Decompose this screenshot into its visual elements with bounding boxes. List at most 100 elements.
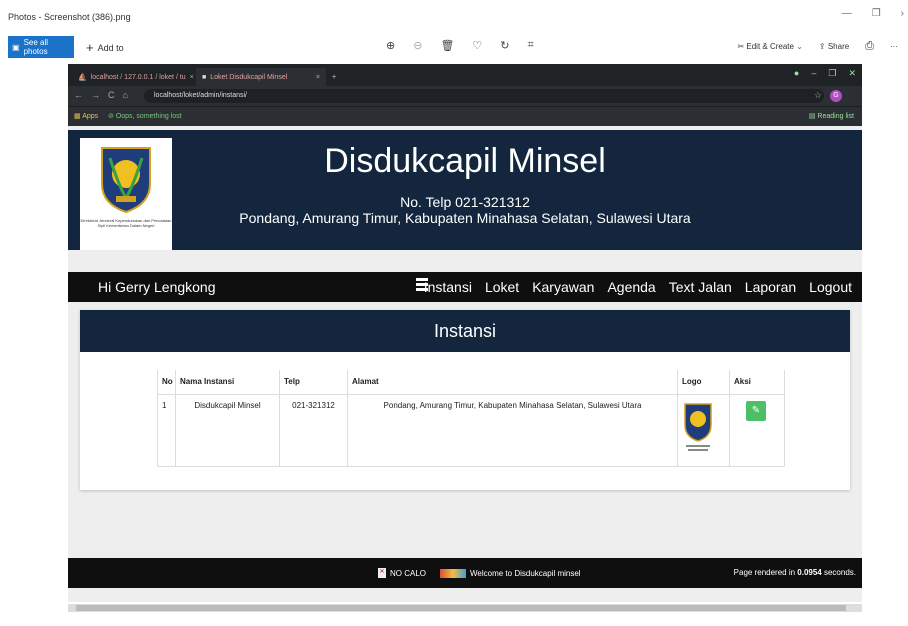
extension-icon[interactable]: ●: [794, 68, 799, 79]
table-header-row: No Nama Instansi Telp Alamat Logo Aksi: [157, 370, 785, 395]
edit-create-label: Edit & Create: [746, 42, 794, 51]
nocalo-label: NO CALO: [390, 568, 427, 578]
more-icon[interactable]: ···: [890, 42, 898, 51]
col-aksi: Aksi: [729, 370, 785, 395]
close-icon[interactable]: ×: [316, 74, 320, 81]
welcome-notice: Welcome to Disdukcapil minsel: [440, 568, 581, 578]
welcome-label: Welcome to Disdukcapil minsel: [470, 568, 581, 578]
nocalo-icon: ✕: [378, 568, 386, 578]
col-no: No: [157, 370, 176, 395]
cell-alamat: Pondang, Amurang Timur, Kabupaten Minaha…: [347, 394, 678, 467]
crop-icon[interactable]: ⌗: [528, 39, 534, 52]
screenshot-image: ⛵ localhost / 127.0.0.1 / loket / tu × ■…: [68, 64, 862, 602]
nav-text-jalan[interactable]: Text Jalan: [669, 279, 732, 295]
right-tools: ✂ Edit & Create ⌄ ⇪ Share ⎙ ···: [737, 40, 898, 53]
reading-list-label: Reading list: [817, 113, 854, 120]
plus-icon: +: [86, 40, 94, 55]
cell-logo: [677, 394, 730, 467]
address-bar: ← → C ⌂ localhost/loket/admin/instansi/ …: [68, 86, 862, 106]
user-greeting: Hi Gerry Lengkong: [98, 279, 216, 295]
nav-agenda[interactable]: Agenda: [607, 279, 655, 295]
scrollbar-thumb[interactable]: [76, 605, 846, 611]
browser-tab-loket[interactable]: ■ Loket Disdukcapil Minsel ×: [196, 68, 326, 86]
reload-icon[interactable]: C: [108, 90, 115, 100]
see-all-photos-button[interactable]: ▣ See all photos: [8, 36, 74, 58]
bookmarks-bar: ▦ Apps ⊘ Oops, something lost ▤ Reading …: [68, 106, 862, 126]
photos-icon: ▣: [12, 42, 20, 52]
window-controls: — ❐ ›: [842, 8, 904, 19]
panel-title: Instansi: [80, 310, 850, 352]
site-header: Direktorat Jenderal Kependudukan dan Pen…: [68, 130, 862, 250]
nav-logout[interactable]: Logout: [809, 279, 852, 295]
nocalo-notice: ✕ NO CALO: [378, 568, 426, 578]
print-icon[interactable]: ⎙: [865, 40, 874, 53]
browser-nav-buttons: ← → C ⌂: [74, 90, 128, 100]
close-icon[interactable]: ×: [190, 74, 194, 81]
cell-telp: 021-321312: [279, 394, 348, 467]
render-suffix: seconds.: [821, 568, 856, 577]
browser-tab-strip: ⛵ localhost / 127.0.0.1 / loket / tu × ■…: [68, 64, 862, 86]
back-icon[interactable]: ←: [74, 90, 83, 100]
next-icon[interactable]: ›: [901, 8, 904, 19]
nav-instansi[interactable]: Instansi: [424, 279, 472, 295]
site-phone: No. Telp 021-321312: [400, 194, 530, 210]
emblem-icon: [684, 402, 712, 451]
instansi-table: No Nama Instansi Telp Alamat Logo Aksi 1…: [157, 370, 785, 467]
new-tab-button[interactable]: +: [326, 68, 342, 86]
minimize-icon[interactable]: –: [811, 68, 816, 79]
share-button[interactable]: ⇪ Share: [819, 42, 849, 51]
nav-loket[interactable]: Loket: [485, 279, 519, 295]
pencil-icon: ✎: [751, 404, 761, 416]
url-field[interactable]: localhost/loket/admin/instansi/: [144, 89, 824, 103]
nav-karyawan[interactable]: Karyawan: [532, 279, 594, 295]
rotate-icon[interactable]: ↻: [500, 39, 509, 52]
edit-create-button[interactable]: ✂ Edit & Create ⌄: [737, 42, 802, 51]
welcome-banner-icon: [440, 568, 467, 578]
restore-icon[interactable]: ❐: [828, 68, 836, 79]
col-alamat: Alamat: [347, 370, 678, 395]
render-time: Page rendered in 0.0954 seconds.: [734, 568, 856, 577]
bookmark-label: Oops, something lost: [115, 113, 182, 120]
add-to-label: Add to: [97, 42, 124, 53]
edit-button[interactable]: ✎: [746, 400, 766, 421]
zoom-in-icon[interactable]: ⊕: [386, 39, 395, 52]
cell-nama: Disdukcapil Minsel: [175, 394, 280, 467]
render-prefix: Page rendered in: [733, 568, 798, 577]
site-title: Disdukcapil Minsel: [324, 142, 606, 180]
main-navbar: Hi Gerry Lengkong Instansi Loket Karyawa…: [68, 272, 862, 302]
col-nama: Nama Instansi: [175, 370, 280, 395]
forward-icon[interactable]: →: [91, 90, 100, 100]
delete-icon[interactable]: 🗑: [440, 39, 454, 52]
site-address: Pondang, Amurang Timur, Kabupaten Minaha…: [239, 210, 691, 226]
render-time-value: 0.0954: [797, 568, 822, 577]
oops-bookmark[interactable]: ⊘ Oops, something lost: [108, 112, 182, 120]
nav-menu: Instansi Loket Karyawan Agenda Text Jala…: [424, 279, 852, 295]
browser-window-controls: ● – ❐ ✕: [794, 68, 856, 79]
see-all-label: See all photos: [23, 38, 49, 56]
restore-icon[interactable]: ❐: [872, 8, 881, 19]
horizontal-scrollbar[interactable]: [68, 604, 862, 612]
zoom-out-icon[interactable]: ⊖: [413, 39, 422, 52]
tab-label: Loket Disdukcapil Minsel: [210, 73, 288, 81]
cell-no: 1: [157, 394, 176, 467]
close-icon[interactable]: ✕: [848, 68, 856, 79]
col-logo: Logo: [677, 370, 730, 395]
share-label: Share: [827, 42, 850, 51]
footer-left: ✕ NO CALO Welcome to Disdukcapil minsel: [378, 568, 581, 578]
avatar[interactable]: G: [830, 90, 842, 102]
favorite-icon[interactable]: ♡: [472, 39, 482, 52]
nav-laporan[interactable]: Laporan: [745, 279, 796, 295]
tab-label: localhost / 127.0.0.1 / loket / tu: [90, 73, 186, 81]
chevron-down-icon: ⌄: [796, 42, 803, 51]
add-to-button[interactable]: + Add to: [86, 40, 124, 55]
apps-bookmark[interactable]: ▦ Apps: [74, 112, 98, 120]
home-icon[interactable]: ⌂: [123, 90, 128, 100]
reading-list-button[interactable]: ▤ Reading list: [809, 112, 854, 120]
browser-tab-phpmyadmin[interactable]: ⛵ localhost / 127.0.0.1 / loket / tu ×: [72, 68, 200, 86]
app-title-bar: Photos - Screenshot (386).png — ❐ ›: [0, 0, 908, 36]
star-icon[interactable]: ☆: [814, 90, 822, 101]
table-row: 1 Disdukcapil Minsel 021-321312 Pondang,…: [157, 394, 785, 467]
minimize-icon[interactable]: —: [842, 8, 852, 19]
instansi-panel: Instansi No Nama Instansi Telp Alamat Lo…: [80, 310, 850, 490]
site-footer: ✕ NO CALO Welcome to Disdukcapil minsel …: [68, 558, 862, 588]
